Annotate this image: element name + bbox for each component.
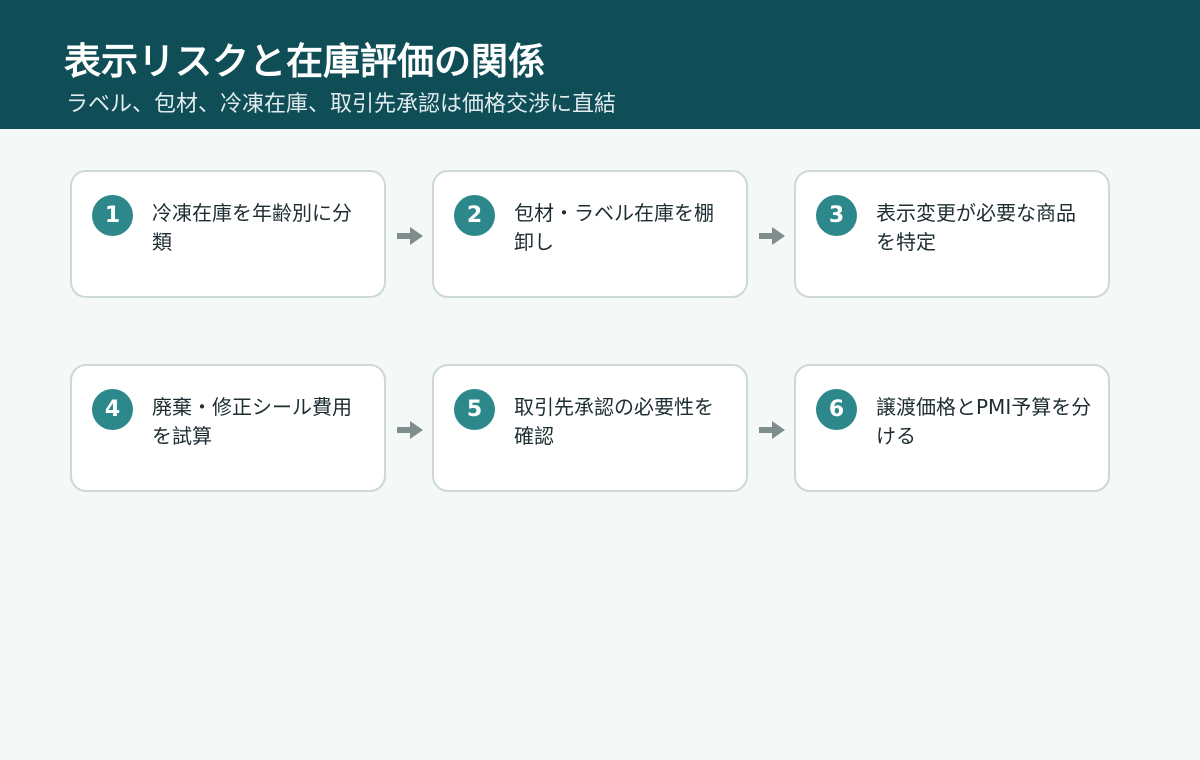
step-text: 廃棄・修正シール費用を試算 [152,395,352,448]
page-title: 表示リスクと在庫評価の関係 [64,40,545,83]
arrow-right-icon [759,421,785,439]
step-number-badge: 1 [92,195,133,236]
step-card-4: 4 廃棄・修正シール費用を試算 [70,364,386,492]
step-card-1: 1 冷凍在庫を年齢別に分類 [70,170,386,298]
step-text: 包材・ラベル在庫を棚卸し [514,201,714,254]
step-number-badge: 4 [92,389,133,430]
step-card-6: 6 譲渡価格とPMI予算を分ける [794,364,1110,492]
header-banner: 表示リスクと在庫評価の関係 ラベル、包材、冷凍在庫、取引先承認は価格交渉に直結 [0,0,1200,129]
arrow-right-icon [397,227,423,245]
step-card-5: 5 取引先承認の必要性を確認 [432,364,748,492]
step-card-2: 2 包材・ラベル在庫を棚卸し [432,170,748,298]
arrow-right-icon [397,421,423,439]
step-text: 冷凍在庫を年齢別に分類 [152,201,352,254]
arrow-right-icon [759,227,785,245]
step-text: 表示変更が必要な商品を特定 [876,201,1076,254]
step-number-badge: 2 [454,195,495,236]
step-number-badge: 3 [816,195,857,236]
step-number-badge: 5 [454,389,495,430]
step-text: 取引先承認の必要性を確認 [514,395,714,448]
step-number-badge: 6 [816,389,857,430]
step-text: 譲渡価格とPMI予算を分ける [876,395,1092,448]
step-card-3: 3 表示変更が必要な商品を特定 [794,170,1110,298]
page-subtitle: ラベル、包材、冷凍在庫、取引先承認は価格交渉に直結 [66,92,617,117]
